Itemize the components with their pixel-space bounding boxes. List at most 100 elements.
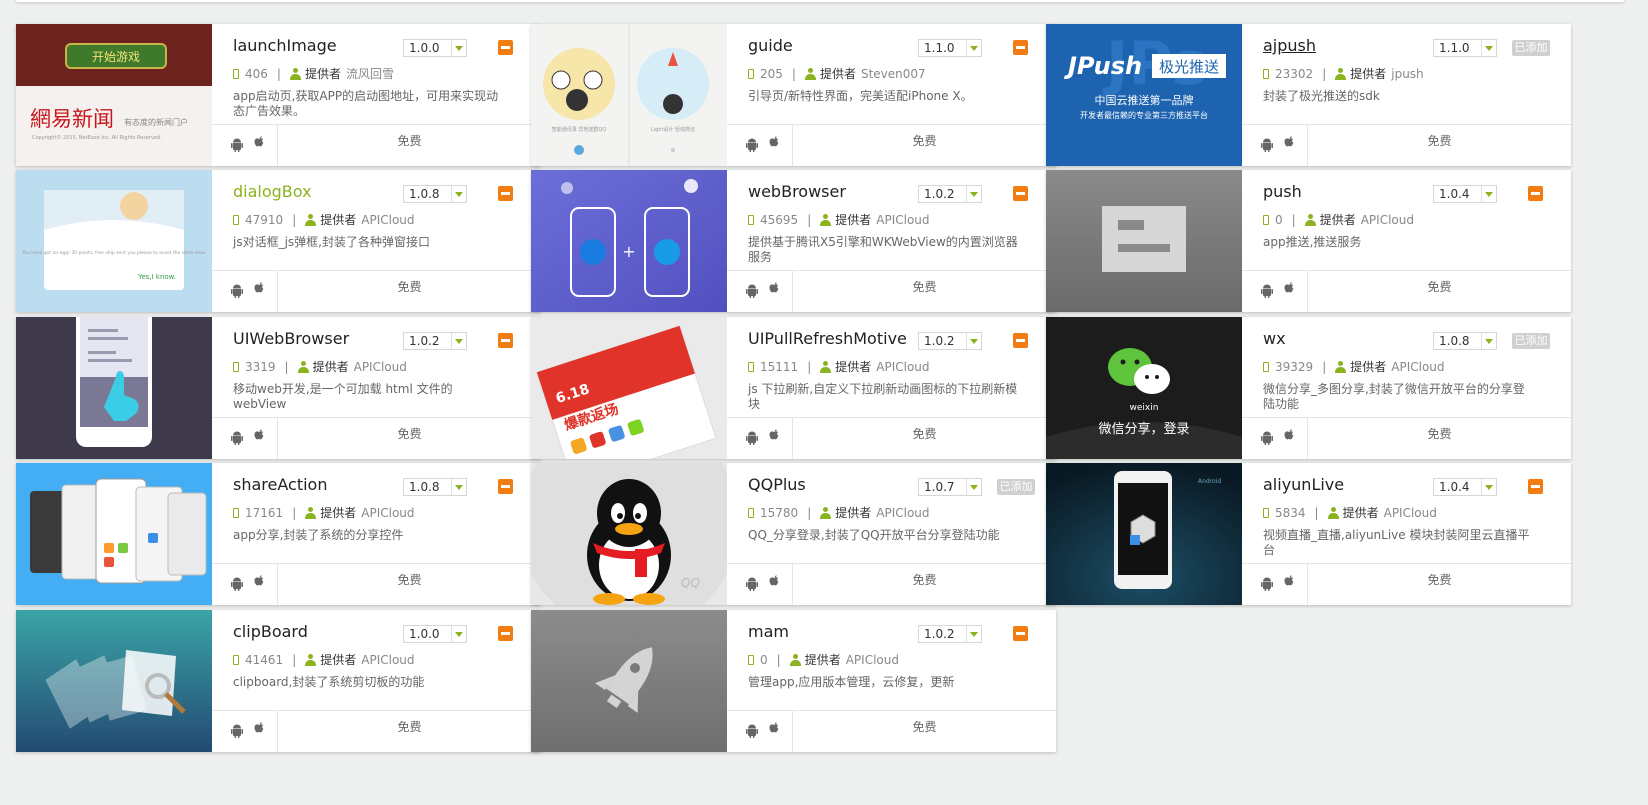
module-card[interactable]: 智能通讯录 异地送群QQ Light设计 轻快简洁 guide 1.1.0 20… [531,24,1056,166]
module-thumbnail[interactable] [16,463,212,605]
module-card[interactable]: clipBoard 1.0.0 41461 | 提供者 APICloud cli… [16,610,541,752]
module-card[interactable]: UIWebBrowser 1.0.2 3319 | 提供者 APICloud 移… [16,317,541,459]
module-card[interactable]: + webBrowser 1.0.2 45695 | 提供者 APICloud … [531,170,1056,312]
module-title[interactable]: UIPullRefreshMotive [748,329,907,348]
remove-icon[interactable] [1528,186,1543,201]
module-title[interactable]: webBrowser [748,182,846,201]
module-thumbnail[interactable]: You have got an egg! 20 points, free shi… [16,170,212,312]
version-select[interactable]: 1.0.2 [918,185,982,203]
module-thumbnail[interactable] [531,610,727,752]
provider-name: APICloud [876,505,930,520]
thumb-text: weixin [1130,403,1159,413]
version-select[interactable]: 1.0.4 [1433,185,1497,203]
dropdown-arrow-icon[interactable] [1481,333,1496,349]
card-footer: 免费 [1242,417,1571,459]
remove-icon[interactable] [498,186,513,201]
provider-name: APICloud [876,212,930,227]
dropdown-arrow-icon[interactable] [451,626,466,642]
version-select[interactable]: 1.0.8 [403,185,467,203]
module-title[interactable]: QQPlus [748,475,806,494]
remove-icon[interactable] [1013,40,1028,55]
dropdown-arrow-icon[interactable] [1481,479,1496,495]
module-description: 封装了极光推送的sdk [1263,89,1380,103]
remove-icon[interactable] [498,626,513,641]
module-title[interactable]: ajpush [1263,36,1316,55]
version-select[interactable]: 1.0.4 [1433,478,1497,496]
module-title[interactable]: guide [748,36,793,55]
module-thumbnail[interactable]: + [531,170,727,312]
module-card[interactable]: shareAction 1.0.8 17161 | 提供者 APICloud a… [16,463,541,605]
dropdown-arrow-icon[interactable] [451,186,466,202]
remove-icon[interactable] [498,479,513,494]
module-thumbnail[interactable]: 智能通讯录 异地送群QQ Light设计 轻快简洁 [531,24,727,166]
dropdown-arrow-icon[interactable] [966,333,981,349]
version-select[interactable]: 1.0.2 [918,625,982,643]
module-title[interactable]: clipBoard [233,622,308,641]
module-title[interactable]: mam [748,622,789,641]
module-title[interactable]: wx [1263,329,1286,348]
module-info: push 1.0.4 0 | 提供者 APICloud app推送,推送服务 免… [1242,170,1571,312]
remove-icon[interactable] [498,40,513,55]
price-label: 免费 [912,280,937,294]
android-icon [231,283,243,298]
module-card[interactable]: You have got an egg! 20 points, free shi… [16,170,541,312]
module-title[interactable]: dialogBox [233,182,312,201]
module-card[interactable]: Android aliyunLive 1.0.4 5834 | 提供者 APIC… [1046,463,1571,605]
remove-icon[interactable] [498,333,513,348]
remove-icon[interactable] [1528,479,1543,494]
module-thumbnail[interactable]: 开始游戏 網易新闻 有态度的新闻门户 Copyright© 2015, NetE… [16,24,212,166]
module-thumbnail[interactable]: 6.18 爆款返场 [531,317,727,459]
provider-label: 提供者 [804,653,841,667]
module-thumbnail[interactable] [1046,170,1242,312]
module-card[interactable]: push 1.0.4 0 | 提供者 APICloud app推送,推送服务 免… [1046,170,1571,312]
version-select[interactable]: 1.0.0 [403,625,467,643]
version-select[interactable]: 1.0.0 [403,39,467,57]
module-thumbnail[interactable] [16,317,212,459]
platforms [212,418,278,459]
version-select[interactable]: 1.1.0 [1433,39,1497,57]
module-card[interactable]: QQ QQPlus 1.0.7 已添加 15780 | 提供者 APICloud… [531,463,1056,605]
module-thumbnail[interactable]: Android [1046,463,1242,605]
phone-icon [233,214,239,225]
module-title[interactable]: launchImage [233,36,337,55]
module-card[interactable]: JPs JPush 极光推送 中国云推送第一品牌 开发者最信赖的专业第三方推送平… [1046,24,1571,166]
dropdown-arrow-icon[interactable] [451,333,466,349]
version-select[interactable]: 1.0.2 [918,332,982,350]
dropdown-arrow-icon[interactable] [451,40,466,56]
user-icon [1335,67,1347,80]
remove-icon[interactable] [1013,333,1028,348]
version-select[interactable]: 1.0.2 [403,332,467,350]
provider-label: 提供者 [320,506,357,520]
module-title[interactable]: UIWebBrowser [233,329,349,348]
module-title[interactable]: push [1263,182,1302,201]
module-card[interactable]: 6.18 爆款返场 UIPullRefreshMotive 1.0.2 1511… [531,317,1056,459]
module-thumbnail[interactable] [16,610,212,752]
user-icon [820,506,832,519]
dropdown-arrow-icon[interactable] [966,626,981,642]
module-thumbnail[interactable]: JPs JPush 极光推送 中国云推送第一品牌 开发者最信赖的专业第三方推送平… [1046,24,1242,166]
module-title[interactable]: shareAction [233,475,327,494]
dropdown-arrow-icon[interactable] [451,479,466,495]
module-card[interactable]: mam 1.0.2 0 | 提供者 APICloud 管理app,应用版本管理，… [531,610,1056,752]
version-select[interactable]: 1.0.7 [918,478,982,496]
module-thumbnail[interactable]: weixin 微信分享，登录 [1046,317,1242,459]
version-select[interactable]: 1.0.8 [403,478,467,496]
module-card[interactable]: weixin 微信分享，登录 wx 1.0.8 已添加 39329 | 提供者 … [1046,317,1571,459]
dropdown-arrow-icon[interactable] [966,186,981,202]
dropdown-arrow-icon[interactable] [1481,186,1496,202]
apple-icon [253,574,266,589]
user-icon [305,506,317,519]
dropdown-arrow-icon[interactable] [1481,40,1496,56]
module-thumbnail[interactable]: QQ [531,463,727,605]
module-title[interactable]: aliyunLive [1263,475,1344,494]
version-select[interactable]: 1.0.8 [1433,332,1497,350]
module-card[interactable]: 开始游戏 網易新闻 有态度的新闻门户 Copyright© 2015, NetE… [16,24,541,166]
dropdown-arrow-icon[interactable] [966,479,981,495]
remove-icon[interactable] [1013,626,1028,641]
dropdown-arrow-icon[interactable] [966,40,981,56]
card-footer: 免费 [212,710,541,752]
remove-icon[interactable] [1013,186,1028,201]
module-meta: 5834 | 提供者 APICloud [1263,504,1437,521]
version-value: 1.0.8 [409,480,440,494]
version-select[interactable]: 1.1.0 [918,39,982,57]
